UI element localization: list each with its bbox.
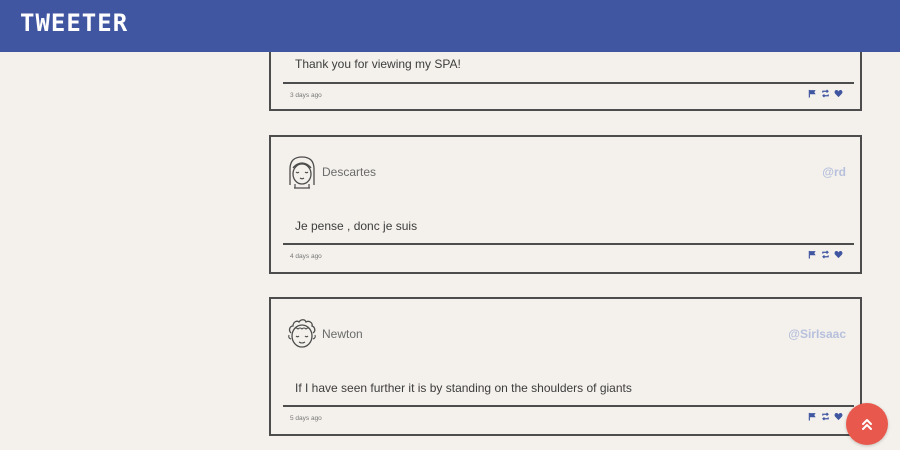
tweet-card: Descartes @rd Je pense , donc je suis 4 … — [269, 135, 862, 274]
tweet-text: Thank you for viewing my SPA! — [295, 57, 461, 71]
top-nav-bar: TWEETER — [0, 0, 900, 52]
flag-icon[interactable] — [808, 250, 817, 259]
tweet-author-name: Descartes — [322, 165, 377, 179]
avatar-girl-icon — [289, 156, 315, 189]
heart-icon[interactable] — [834, 89, 843, 98]
flag-icon[interactable] — [808, 412, 817, 421]
retweet-icon[interactable] — [821, 412, 830, 421]
retweet-icon[interactable] — [821, 89, 830, 98]
tweet-text: If I have seen further it is by standing… — [295, 381, 632, 395]
tweet-divider — [283, 82, 854, 84]
tweet-timestamp: 4 days ago — [290, 253, 322, 260]
tweet-divider — [283, 243, 854, 245]
tweet-text: Je pense , donc je suis — [295, 219, 418, 233]
retweet-icon[interactable] — [821, 250, 830, 259]
double-chevron-up-icon — [862, 419, 872, 430]
tweet-actions — [808, 412, 843, 421]
tweet-timestamp: 5 days ago — [290, 415, 322, 422]
avatar-curly-hair-icon — [288, 319, 316, 348]
tweet-author-handle: @rd — [822, 165, 846, 179]
tweet-timestamp: 3 days ago — [290, 92, 322, 99]
tweet-divider — [283, 405, 854, 407]
tweet-actions — [808, 250, 843, 259]
flag-icon[interactable] — [808, 89, 817, 98]
tweet-author-name: Newton — [322, 327, 363, 341]
brand-logo[interactable]: TWEETER — [20, 9, 128, 37]
heart-icon[interactable] — [834, 250, 843, 259]
tweet-card: Newton @SirIsaac If I have seen further … — [269, 297, 862, 436]
heart-icon[interactable] — [834, 412, 843, 421]
tweet-actions — [808, 89, 843, 98]
tweet-feed: Thank you for viewing my SPA! 3 days ago… — [0, 0, 900, 450]
tweet-author-handle: @SirIsaac — [788, 327, 846, 341]
scroll-to-top-button[interactable] — [846, 403, 888, 445]
